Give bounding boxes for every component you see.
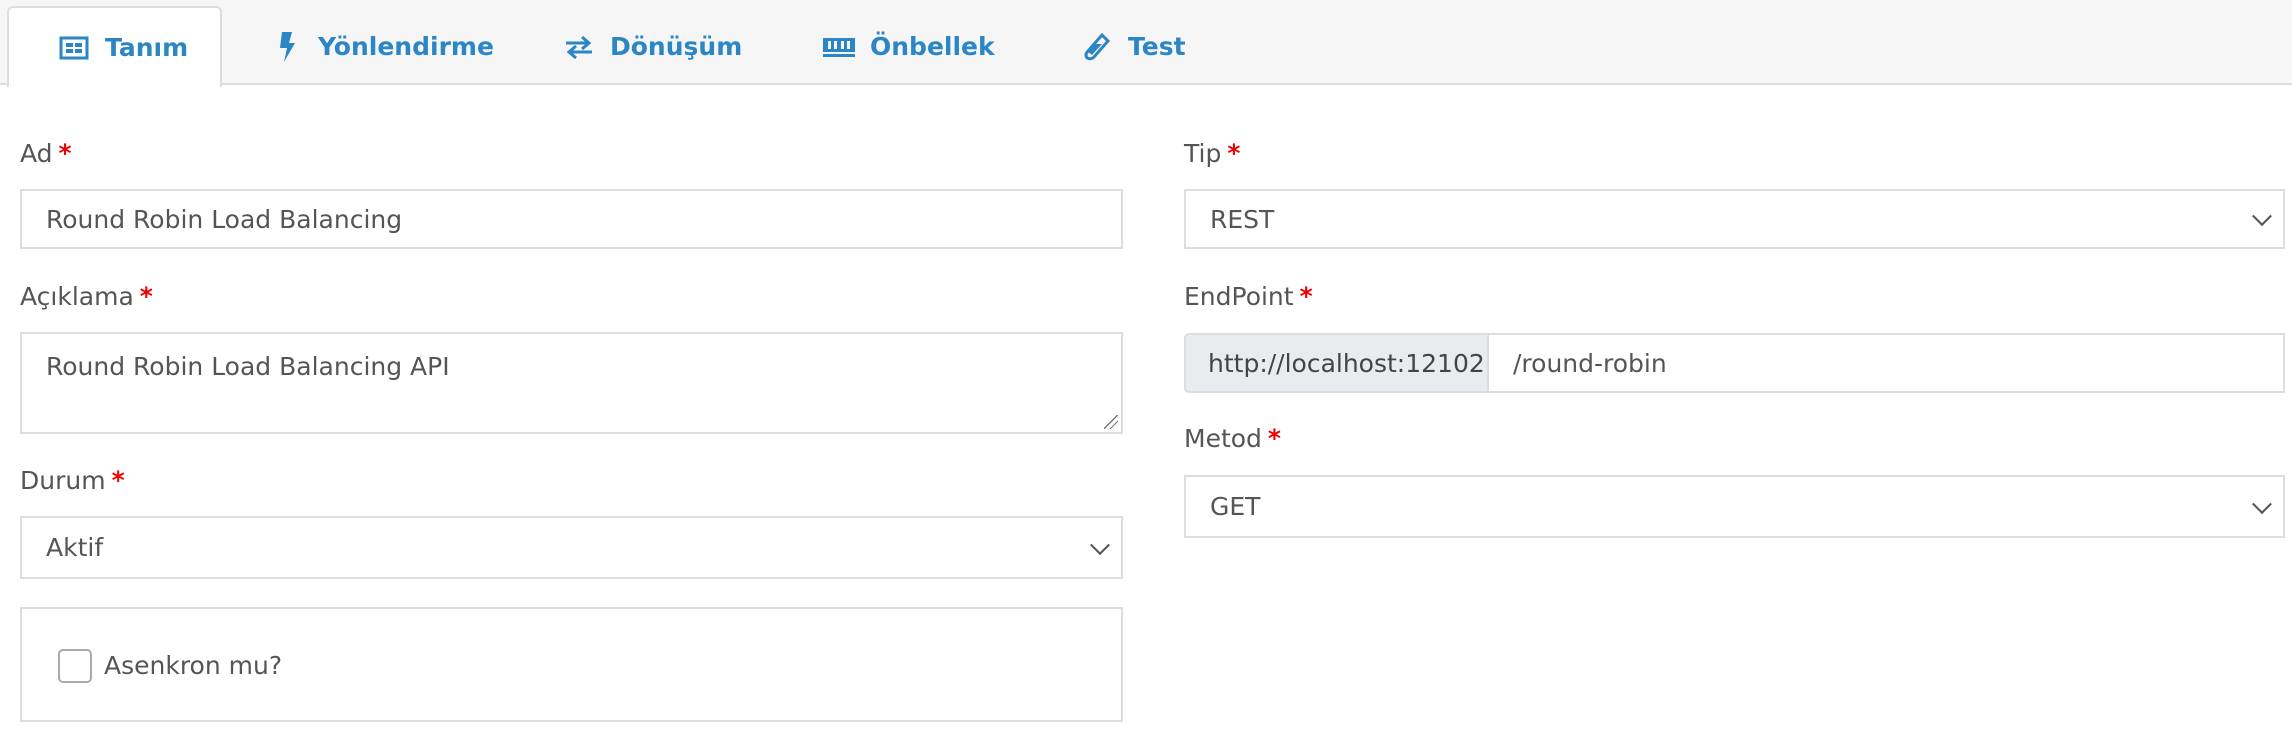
- description-textarea[interactable]: Round Robin Load Balancing API: [20, 332, 1123, 434]
- type-label: Tip *: [1184, 139, 1241, 168]
- chevron-down-icon: [2252, 493, 2272, 514]
- async-checkbox[interactable]: [58, 649, 92, 683]
- tab-label: Önbellek: [870, 32, 995, 61]
- resize-grip-icon[interactable]: [1104, 415, 1118, 429]
- type-value: REST: [1210, 204, 1275, 234]
- status-label: Durum *: [20, 466, 125, 495]
- chevron-down-icon: [2252, 206, 2272, 227]
- status-value: Aktif: [46, 533, 104, 562]
- memory-icon: [822, 32, 856, 62]
- tab-label: Yönlendirme: [318, 32, 494, 61]
- tab-tanim[interactable]: Tanım: [7, 6, 222, 87]
- tab-donusum[interactable]: Dönüşüm: [562, 6, 742, 87]
- description-label: Açıklama *: [20, 282, 153, 311]
- tab-onbellek[interactable]: Önbellek: [822, 6, 995, 87]
- tab-bar: Tanım Yönlendirme Dönüşüm Önbellek Test: [0, 0, 2292, 87]
- name-label: Ad *: [20, 139, 72, 168]
- type-select[interactable]: REST: [1184, 189, 2285, 249]
- id-card-icon: [57, 33, 91, 63]
- chevron-down-icon: [1090, 534, 1110, 555]
- tab-label: Test: [1128, 32, 1186, 61]
- method-label: Metod *: [1184, 424, 1281, 453]
- bolt-icon: [270, 31, 304, 62]
- exchange-arrows-icon: [562, 32, 596, 62]
- async-panel: Asenkron mu?: [20, 607, 1123, 722]
- name-input[interactable]: Round Robin Load Balancing: [20, 189, 1123, 249]
- endpoint-input[interactable]: /round-robin: [1487, 333, 2285, 393]
- tab-label: Dönüşüm: [610, 32, 743, 61]
- tab-test[interactable]: Test: [1080, 6, 1186, 87]
- method-value: GET: [1210, 492, 1261, 521]
- eyedropper-icon: [1080, 32, 1114, 62]
- endpoint-prefix: http://localhost:12102: [1184, 333, 1489, 393]
- endpoint-label: EndPoint *: [1184, 282, 1313, 311]
- status-select[interactable]: Aktif: [20, 516, 1123, 579]
- tab-label: Tanım: [105, 33, 189, 62]
- async-label: Asenkron mu?: [104, 651, 283, 680]
- tab-yonlendirme[interactable]: Yönlendirme: [270, 6, 494, 87]
- method-select[interactable]: GET: [1184, 475, 2285, 538]
- description-value: Round Robin Load Balancing API: [46, 352, 450, 381]
